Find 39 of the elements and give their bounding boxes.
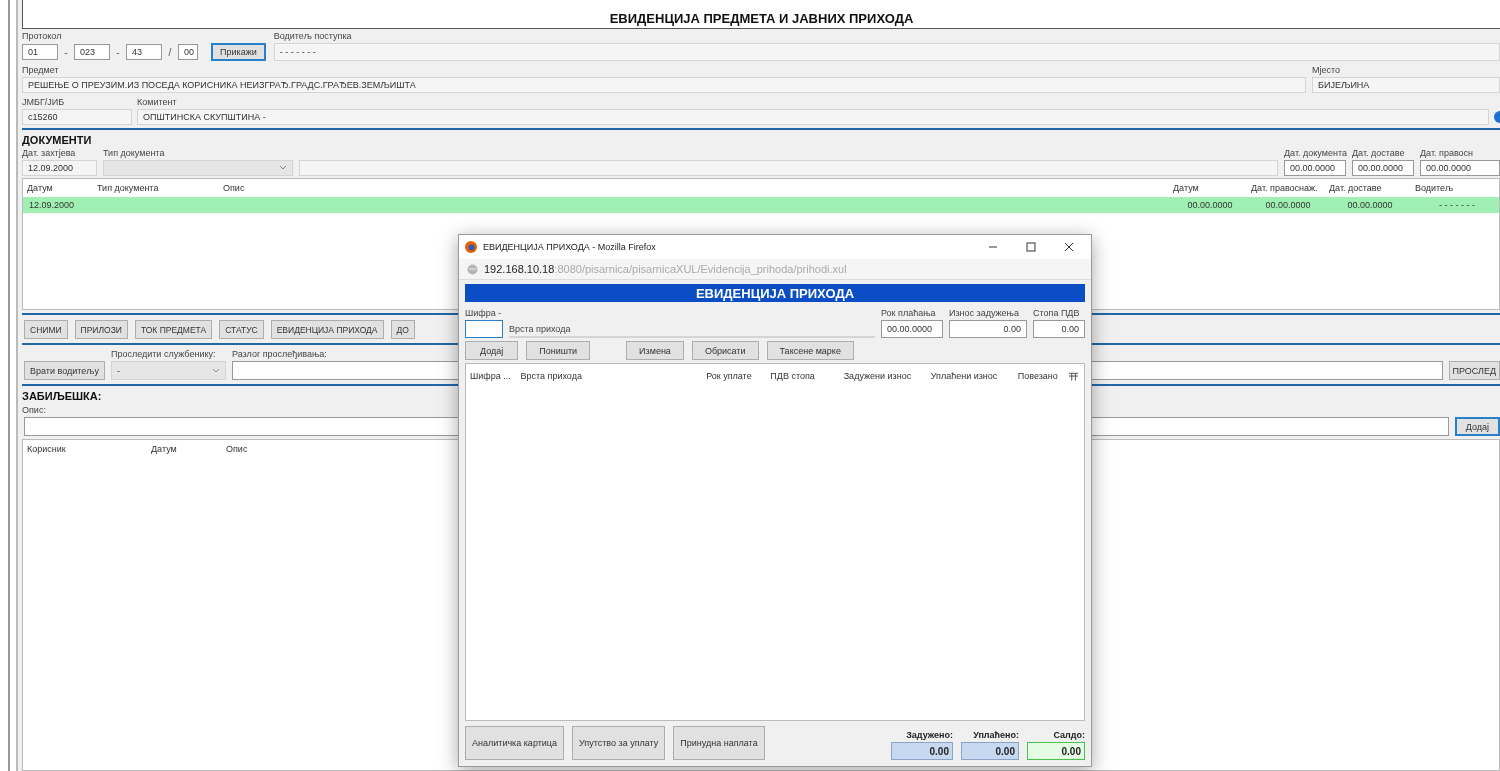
table-cell-text: - - - - - - - bbox=[1438, 200, 1476, 210]
total-label: Уплаћено: bbox=[972, 730, 1019, 740]
url-text: 192.168.10.18:8080/pisarnica/pisarnicaXUL/Evidencija_prihoda/prihodi.xul bbox=[484, 263, 847, 275]
field-label: Врста прихода bbox=[509, 324, 571, 334]
field-label: Дат. документа bbox=[1284, 148, 1347, 158]
field-label: Проследити службенику: bbox=[110, 349, 216, 359]
window-title: ЕВИДЕНЦИЈА ПРИХОДА - Mozilla Firefox bbox=[483, 242, 657, 252]
field-label: Комитент bbox=[137, 97, 177, 107]
section-heading: ДОКУМЕНТИ bbox=[22, 134, 93, 146]
field-label: Шифра - bbox=[465, 308, 502, 318]
field-label: Тип документа bbox=[103, 148, 165, 158]
total-field: 0.00 bbox=[961, 742, 1019, 760]
table-cell-text: 00.00.0000 bbox=[1186, 200, 1234, 210]
banner-title: ЕВИДЕНЦИЈА ПРИХОДА bbox=[465, 284, 1085, 302]
total-field: 0.00 bbox=[1027, 742, 1085, 760]
field-label: Дат. правосн bbox=[1420, 148, 1474, 158]
table-cell-text: 00.00.0000 bbox=[1264, 200, 1312, 210]
field-label: Рок плаћања bbox=[881, 308, 936, 318]
field-label: Опис: bbox=[22, 405, 46, 415]
total-label: Салдо: bbox=[1052, 730, 1085, 740]
total-field: 0.00 bbox=[891, 742, 953, 760]
field-label: Износ задужења bbox=[949, 308, 1019, 318]
field-label: Дат. доставе bbox=[1352, 148, 1405, 158]
field-label: Дат. захтјева bbox=[22, 148, 76, 158]
field-label: Предмет bbox=[22, 65, 59, 75]
separator: / bbox=[167, 46, 173, 58]
separator: - bbox=[115, 46, 121, 58]
total-label: Задужено: bbox=[905, 730, 953, 740]
page-title: ЕВИДЕНЦИЈА ПРЕДМЕТА И ЈАВНИХ ПРИХОДА bbox=[609, 11, 914, 26]
table-cell-text: 12.09.2000 bbox=[28, 200, 76, 210]
table-cell-text: 00.00.0000 bbox=[1346, 200, 1394, 210]
section-heading: ЗАБИЉЕШКА: bbox=[22, 390, 103, 402]
field-label: Разлог прослеђивања: bbox=[231, 349, 327, 359]
separator: - bbox=[63, 46, 69, 58]
field-label: ЈМБГ/ЈИБ bbox=[22, 97, 65, 107]
field-label: Протокол bbox=[22, 31, 62, 41]
field-label: Мјесто bbox=[1312, 65, 1341, 75]
field-label: Водитељ поступка bbox=[273, 31, 352, 41]
field-label: Стопа ПДВ bbox=[1033, 308, 1080, 318]
